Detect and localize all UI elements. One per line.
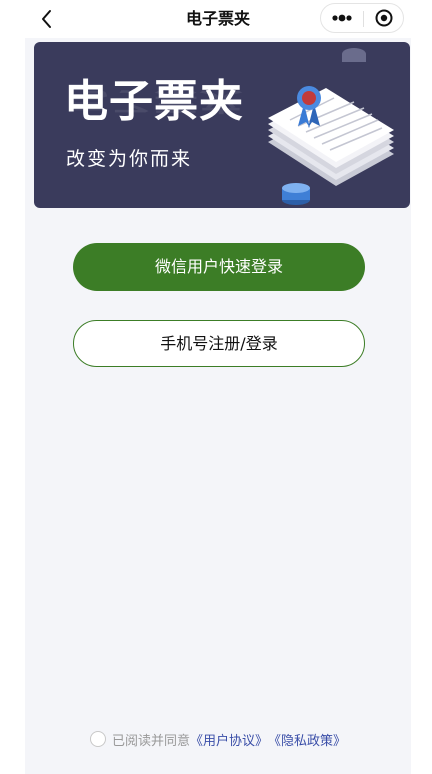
certificate-stack-icon — [268, 48, 394, 205]
page: 电子票夹 电子票夹 电子票夹 改变为你而来 微信用户快速登录 手机号注册/登录 … — [0, 0, 432, 774]
back-button[interactable] — [35, 6, 59, 32]
user-agreement-link[interactable]: 《用户协议》 — [190, 730, 268, 749]
banner-title: 电子票夹 — [64, 76, 244, 127]
more-dots-icon — [332, 14, 352, 22]
chevron-left-icon — [42, 10, 51, 28]
phone-register-login-button[interactable]: 手机号注册/登录 — [73, 320, 365, 367]
banner-subtitle: 改变为你而来 — [66, 148, 193, 170]
close-miniprogram-button[interactable] — [368, 6, 400, 30]
navigation-bar: 电子票夹 — [25, 0, 411, 38]
agreement-row: 已阅读并同意 《用户协议》 《隐私政策》 — [90, 728, 346, 750]
target-circle-icon — [375, 9, 393, 27]
wechat-quick-login-button[interactable]: 微信用户快速登录 — [73, 243, 365, 291]
agreement-checkbox[interactable] — [90, 731, 106, 747]
agreement-prefix: 已阅读并同意 — [112, 733, 191, 749]
privacy-policy-link[interactable]: 《隐私政策》 — [268, 730, 346, 749]
capsule-menu — [320, 3, 404, 33]
more-button[interactable] — [325, 6, 359, 30]
hero-banner: 电子票夹 电子票夹 改变为你而来 — [34, 42, 410, 208]
capsule-divider — [363, 11, 364, 27]
